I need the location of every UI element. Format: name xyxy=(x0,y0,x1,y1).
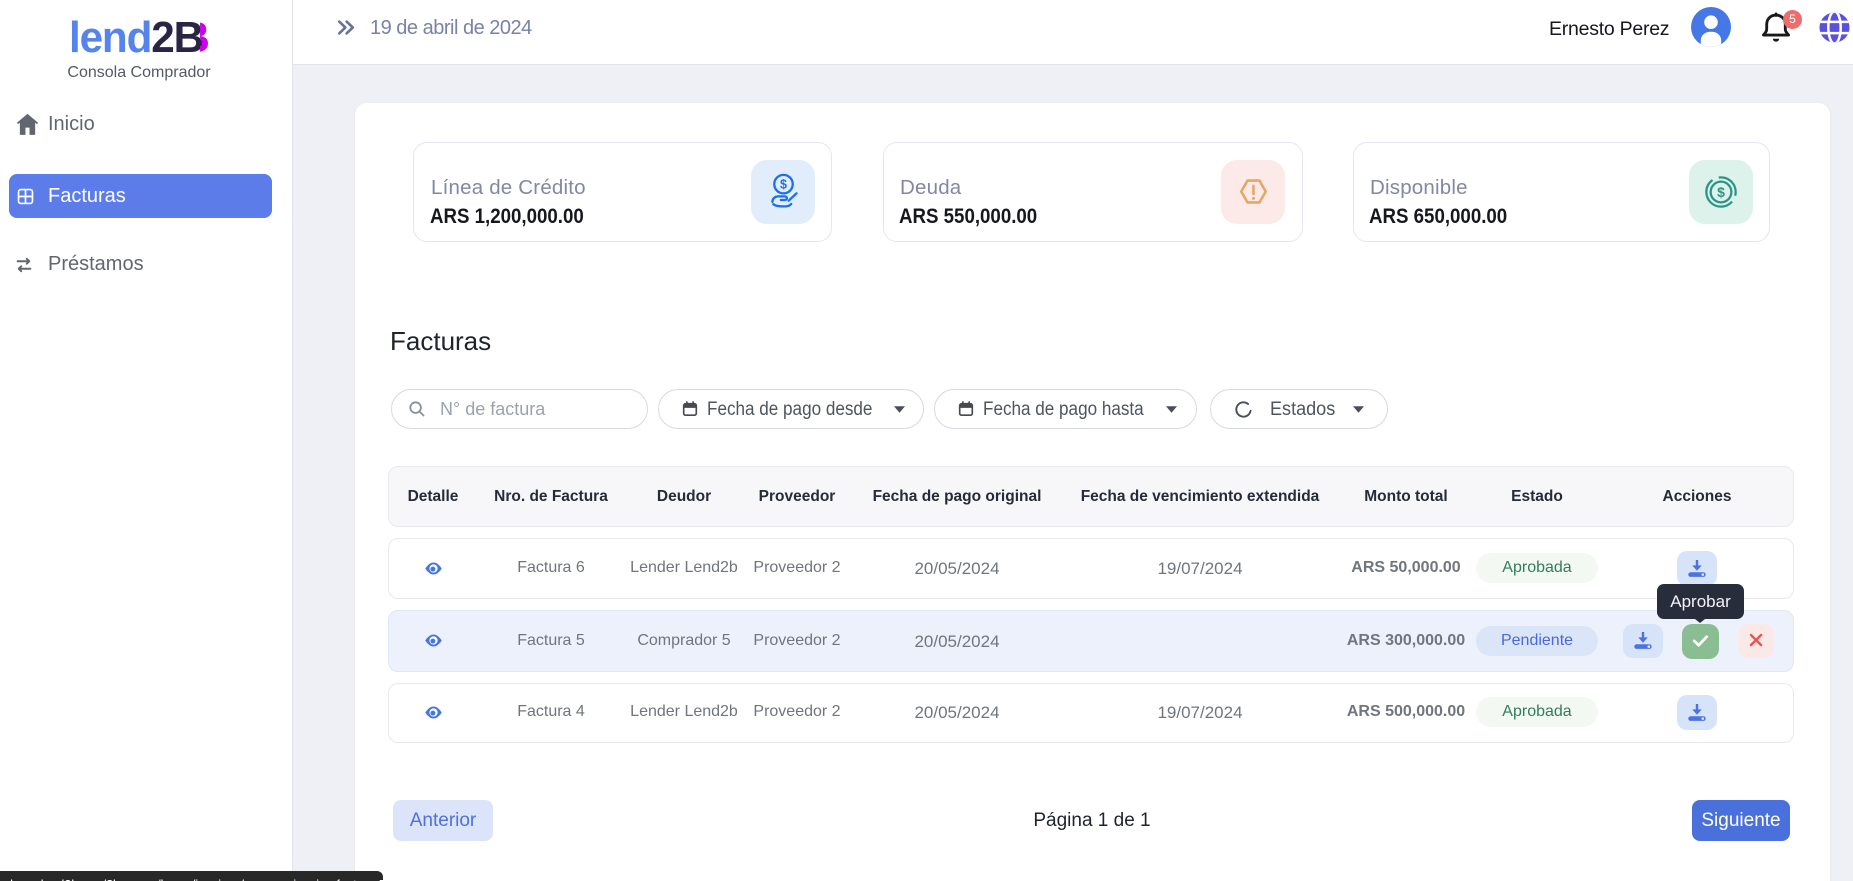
svg-text:$: $ xyxy=(780,178,787,192)
svg-text:$: $ xyxy=(1717,184,1725,200)
